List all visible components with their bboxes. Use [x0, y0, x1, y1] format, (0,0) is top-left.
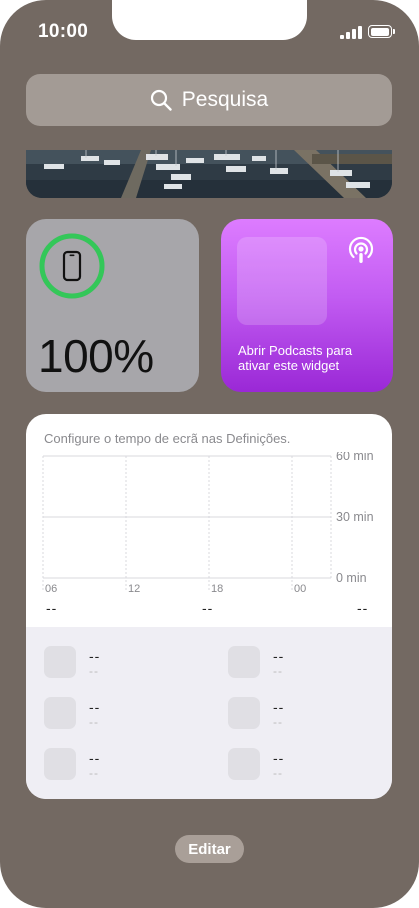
- app-name: --: [273, 648, 285, 664]
- podcasts-widget[interactable]: Abrir Podcasts para ativar este widget: [221, 219, 393, 392]
- photo-widget[interactable]: [26, 150, 392, 198]
- app-name: --: [89, 699, 101, 715]
- x-label-00: 00: [294, 583, 306, 595]
- battery-ring: [39, 233, 105, 299]
- summary-value: --: [357, 600, 369, 616]
- x-label-18: 18: [211, 583, 223, 595]
- app-name: --: [273, 750, 285, 766]
- battery-icon: [368, 25, 395, 38]
- app-icon-placeholder: [228, 748, 260, 780]
- search-icon: [150, 89, 172, 111]
- podcasts-message: Abrir Podcasts para ativar este widget: [238, 343, 353, 373]
- batteries-widget[interactable]: 100%: [26, 219, 199, 392]
- edit-button[interactable]: Editar: [175, 835, 244, 863]
- app-usage-item: -- --: [228, 748, 392, 788]
- x-label-06: 06: [45, 583, 57, 595]
- app-name: --: [89, 648, 101, 664]
- app-time: --: [89, 715, 99, 729]
- podcasts-icon: [348, 236, 374, 263]
- app-icon-placeholder: [44, 646, 76, 678]
- app-icon-placeholder: [44, 697, 76, 729]
- app-name: --: [273, 699, 285, 715]
- app-usage-item: -- --: [44, 697, 214, 737]
- app-icon-placeholder: [44, 748, 76, 780]
- screen-time-chart: 60 min 30 min 0 min 06 12 18 00: [42, 452, 374, 595]
- podcast-artwork-placeholder: [237, 237, 327, 325]
- app-usage-item: -- --: [44, 646, 214, 686]
- signal-icon: [340, 26, 362, 39]
- app-name: --: [89, 750, 101, 766]
- app-time: --: [89, 766, 99, 780]
- app-usage-list: -- -- -- -- -- -- -- -- -- -- -- --: [26, 627, 392, 799]
- search-label: Pesquisa: [181, 88, 269, 111]
- app-icon-placeholder: [228, 697, 260, 729]
- screen-time-title: Configure o tempo de ecrã nas Definições…: [44, 431, 291, 446]
- app-usage-item: -- --: [44, 748, 214, 788]
- search-field[interactable]: Pesquisa: [26, 74, 392, 126]
- x-label-12: 12: [128, 583, 140, 595]
- summary-value: --: [202, 600, 214, 616]
- app-time: --: [89, 664, 99, 678]
- notch: [112, 0, 307, 40]
- app-usage-item: -- --: [228, 697, 392, 737]
- app-icon-placeholder: [228, 646, 260, 678]
- y-label-60: 60 min: [336, 452, 374, 463]
- app-time: --: [273, 715, 283, 729]
- battery-fill: [370, 27, 389, 36]
- app-time: --: [273, 766, 283, 780]
- app-time: --: [273, 664, 283, 678]
- battery-percent: 100%: [38, 330, 154, 382]
- app-usage-item: -- --: [228, 646, 392, 686]
- y-label-30: 30 min: [336, 510, 374, 524]
- status-time: 10:00: [38, 21, 89, 42]
- y-label-0: 0 min: [336, 571, 367, 585]
- iphone-icon: [62, 250, 82, 282]
- marina-photo: [26, 150, 392, 198]
- summary-value: --: [46, 600, 58, 616]
- screen-time-widget[interactable]: Configure o tempo de ecrã nas Definições…: [26, 414, 392, 799]
- home-screen-widgets: 10:00 Pesquisa 100% Abrir Podcasts para …: [0, 0, 419, 908]
